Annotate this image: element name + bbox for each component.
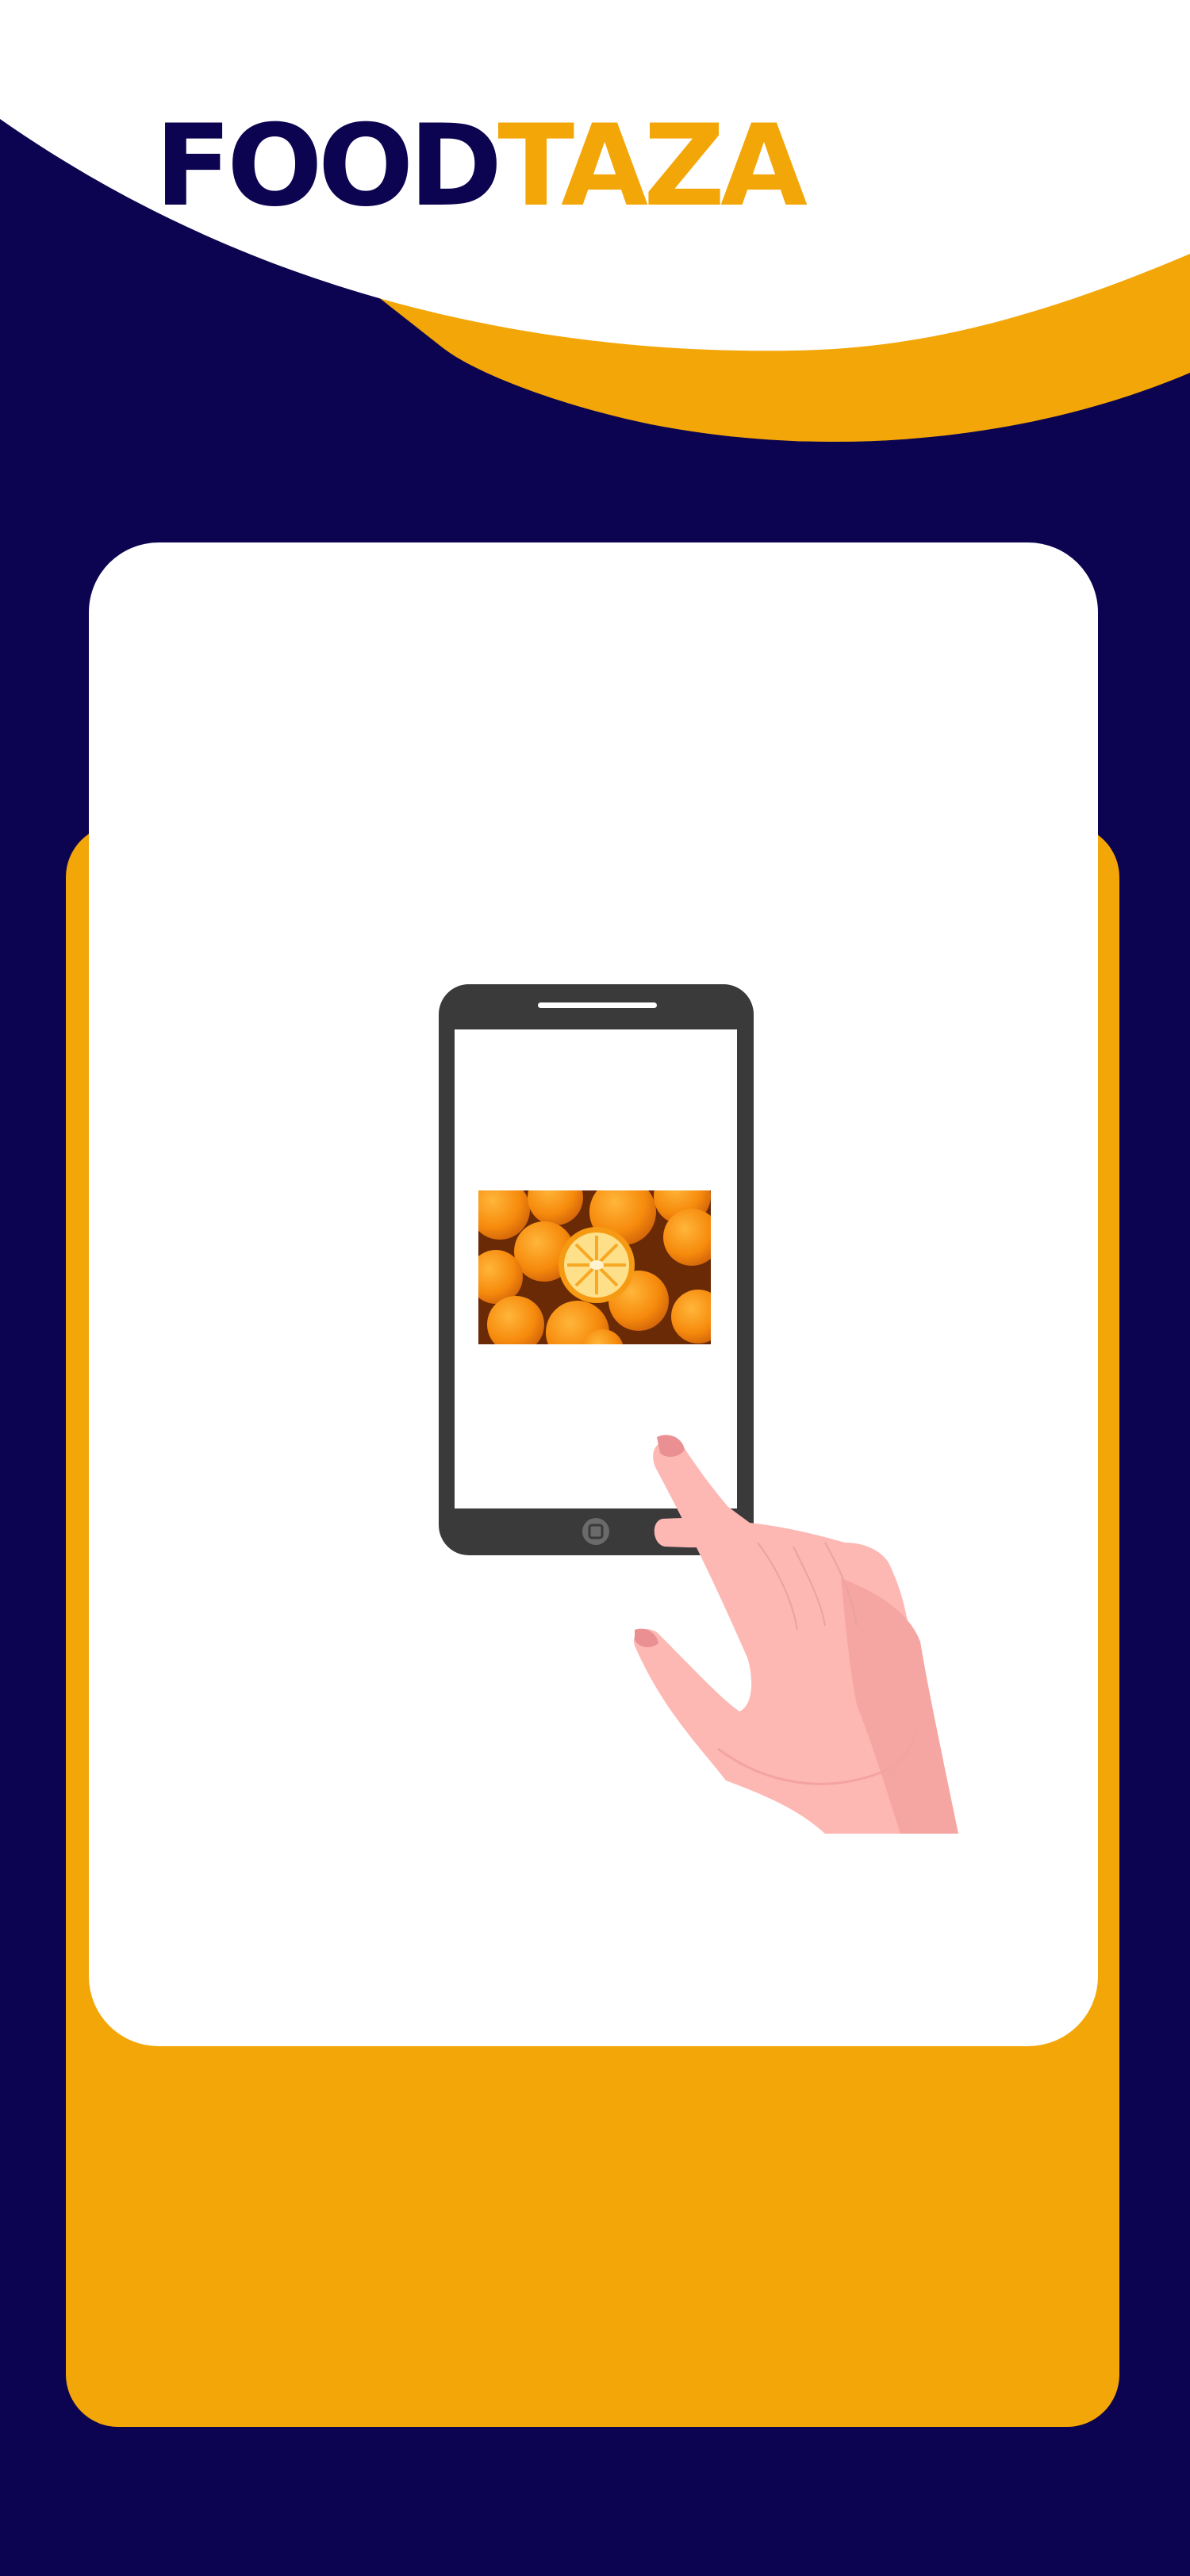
tap-hand-icon: [634, 1435, 958, 1834]
tap-phone-illustration: [439, 984, 958, 1834]
oranges-photo: [478, 1190, 711, 1344]
